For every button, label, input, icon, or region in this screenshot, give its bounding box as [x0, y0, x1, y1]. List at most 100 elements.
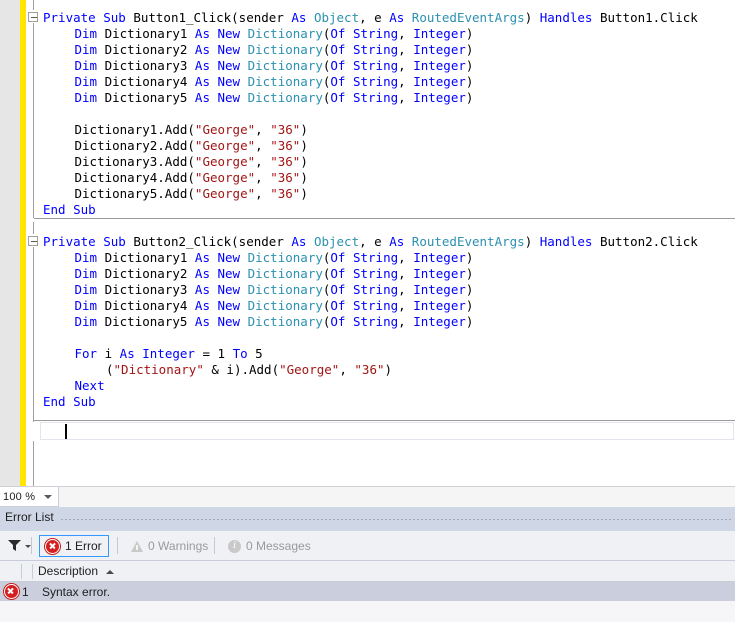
code-line[interactable]: End Sub — [43, 394, 96, 410]
code-line[interactable]: ("Dictionary" & i).Add("George", "36") — [106, 362, 392, 378]
code-token: Dictionary2 — [104, 42, 195, 57]
toolbar-divider — [31, 537, 32, 554]
code-token: "36" — [270, 154, 301, 169]
code-token: , — [398, 58, 414, 73]
code-token: New — [217, 266, 248, 281]
code-line[interactable]: End Sub — [43, 202, 96, 218]
code-editor-pane[interactable]: Private Sub Button1_Click(sender As Obje… — [0, 0, 735, 486]
filter-funnel-icon[interactable] — [8, 540, 21, 551]
code-token: Sub — [103, 10, 134, 25]
code-token: , — [255, 138, 271, 153]
code-token: RoutedEventArgs — [411, 234, 525, 249]
code-token: Of — [330, 74, 353, 89]
code-line[interactable]: Dim Dictionary2 As New Dictionary(Of Str… — [75, 266, 474, 282]
code-token: String — [352, 314, 399, 329]
code-token: New — [217, 74, 248, 89]
panel-drag-grip[interactable] — [60, 518, 731, 521]
code-token: Integer — [413, 250, 466, 265]
filter-errors-button[interactable]: 1 Error — [39, 535, 109, 557]
code-token: ( — [106, 362, 114, 377]
code-token: Dictionary5.Add( — [74, 186, 195, 201]
filter-warnings-button[interactable]: 0 Warnings — [126, 535, 214, 557]
code-token: , — [255, 170, 271, 185]
code-line[interactable]: Dim Dictionary3 As New Dictionary(Of Str… — [75, 58, 474, 74]
code-token: New — [217, 314, 248, 329]
code-token: ) — [465, 250, 474, 265]
code-token: Integer — [413, 298, 466, 313]
code-token: ) — [465, 298, 474, 313]
code-token: ) — [524, 234, 540, 249]
code-token: Dim — [74, 74, 105, 89]
code-token: ) — [465, 314, 474, 329]
code-token: Of — [330, 250, 353, 265]
row-severity-cell — [0, 584, 22, 599]
code-line[interactable]: Dictionary1.Add("George", "36") — [75, 122, 308, 138]
column-divider[interactable] — [32, 564, 33, 579]
code-token: Dim — [74, 42, 105, 57]
code-line[interactable]: Dim Dictionary1 As New Dictionary(Of Str… — [75, 26, 474, 42]
code-line[interactable]: For i As Integer = 1 To 5 — [75, 346, 263, 362]
column-header-description-label: Description — [38, 564, 99, 578]
code-token: ) — [300, 122, 308, 137]
code-token: Sub — [73, 202, 96, 217]
code-line[interactable]: Dim Dictionary5 As New Dictionary(Of Str… — [75, 90, 474, 106]
code-line[interactable]: Dim Dictionary1 As New Dictionary(Of Str… — [75, 250, 474, 266]
code-token: As — [194, 26, 218, 41]
code-token: Button2.Click — [599, 234, 698, 249]
code-token: "George" — [194, 186, 256, 201]
code-line[interactable]: Dictionary2.Add("George", "36") — [75, 138, 308, 154]
code-token: Of — [330, 266, 353, 281]
table-row[interactable]: 1 Syntax error. — [0, 582, 735, 601]
error-grid-empty-area — [0, 601, 735, 622]
code-line[interactable]: Private Sub Button1_Click(sender As Obje… — [43, 10, 698, 26]
code-token: Of — [330, 282, 353, 297]
code-token: , — [398, 266, 414, 281]
code-token: String — [352, 42, 399, 57]
code-line[interactable]: Dim Dictionary5 As New Dictionary(Of Str… — [75, 314, 474, 330]
code-token: Integer — [413, 42, 466, 57]
code-token: Dictionary1.Add( — [74, 122, 195, 137]
code-line[interactable]: Private Sub Button2_Click(sender As Obje… — [43, 234, 698, 250]
code-line[interactable]: Next — [75, 378, 105, 394]
toolbar-divider — [214, 537, 215, 554]
code-token: Dictionary5 — [104, 314, 195, 329]
code-token: As — [194, 74, 218, 89]
code-token: Dictionary — [247, 42, 323, 57]
code-line[interactable]: Dictionary3.Add("George", "36") — [75, 154, 308, 170]
code-text-layer[interactable]: Private Sub Button1_Click(sender As Obje… — [0, 0, 735, 486]
code-line[interactable]: Dim Dictionary3 As New Dictionary(Of Str… — [75, 282, 474, 298]
code-token: Dictionary — [247, 90, 323, 105]
code-line[interactable]: Dim Dictionary4 As New Dictionary(Of Str… — [75, 74, 474, 90]
error-icon — [3, 584, 19, 599]
code-token: As — [291, 234, 314, 249]
code-line[interactable]: Dim Dictionary2 As New Dictionary(Of Str… — [75, 42, 474, 58]
code-token: Dictionary4 — [104, 298, 195, 313]
sort-ascending-arrow-icon[interactable] — [106, 570, 114, 574]
chevron-down-icon[interactable] — [44, 495, 52, 499]
code-token: , — [398, 90, 414, 105]
column-divider[interactable] — [21, 564, 22, 579]
error-list-panel: Error List 1 Error 0 Warnings 0 Messages… — [0, 507, 735, 622]
code-token: Button1_Click(sender — [133, 10, 292, 25]
code-line[interactable]: Dim Dictionary4 As New Dictionary(Of Str… — [75, 298, 474, 314]
code-line[interactable]: Dictionary5.Add("George", "36") — [75, 186, 308, 202]
code-token: New — [217, 282, 248, 297]
code-token: Dim — [74, 26, 105, 41]
code-token: End — [43, 394, 74, 409]
column-header-description[interactable]: Description — [38, 561, 98, 581]
code-token: ) — [300, 138, 308, 153]
info-icon — [228, 539, 241, 553]
code-token: Integer — [413, 58, 466, 73]
code-token: Dim — [74, 314, 105, 329]
code-token: Dictionary4.Add( — [74, 170, 195, 185]
code-token: As — [194, 266, 218, 281]
zoom-level-combobox[interactable]: 100 % — [0, 487, 59, 507]
code-token: i — [104, 346, 120, 361]
filter-messages-button[interactable]: 0 Messages — [223, 535, 317, 557]
code-token: , e — [359, 234, 390, 249]
code-token: Dim — [74, 250, 105, 265]
code-token: Of — [330, 314, 353, 329]
filter-messages-label: 0 Messages — [246, 539, 311, 553]
error-list-titlebar[interactable]: Error List — [0, 507, 735, 531]
code-line[interactable]: Dictionary4.Add("George", "36") — [75, 170, 308, 186]
